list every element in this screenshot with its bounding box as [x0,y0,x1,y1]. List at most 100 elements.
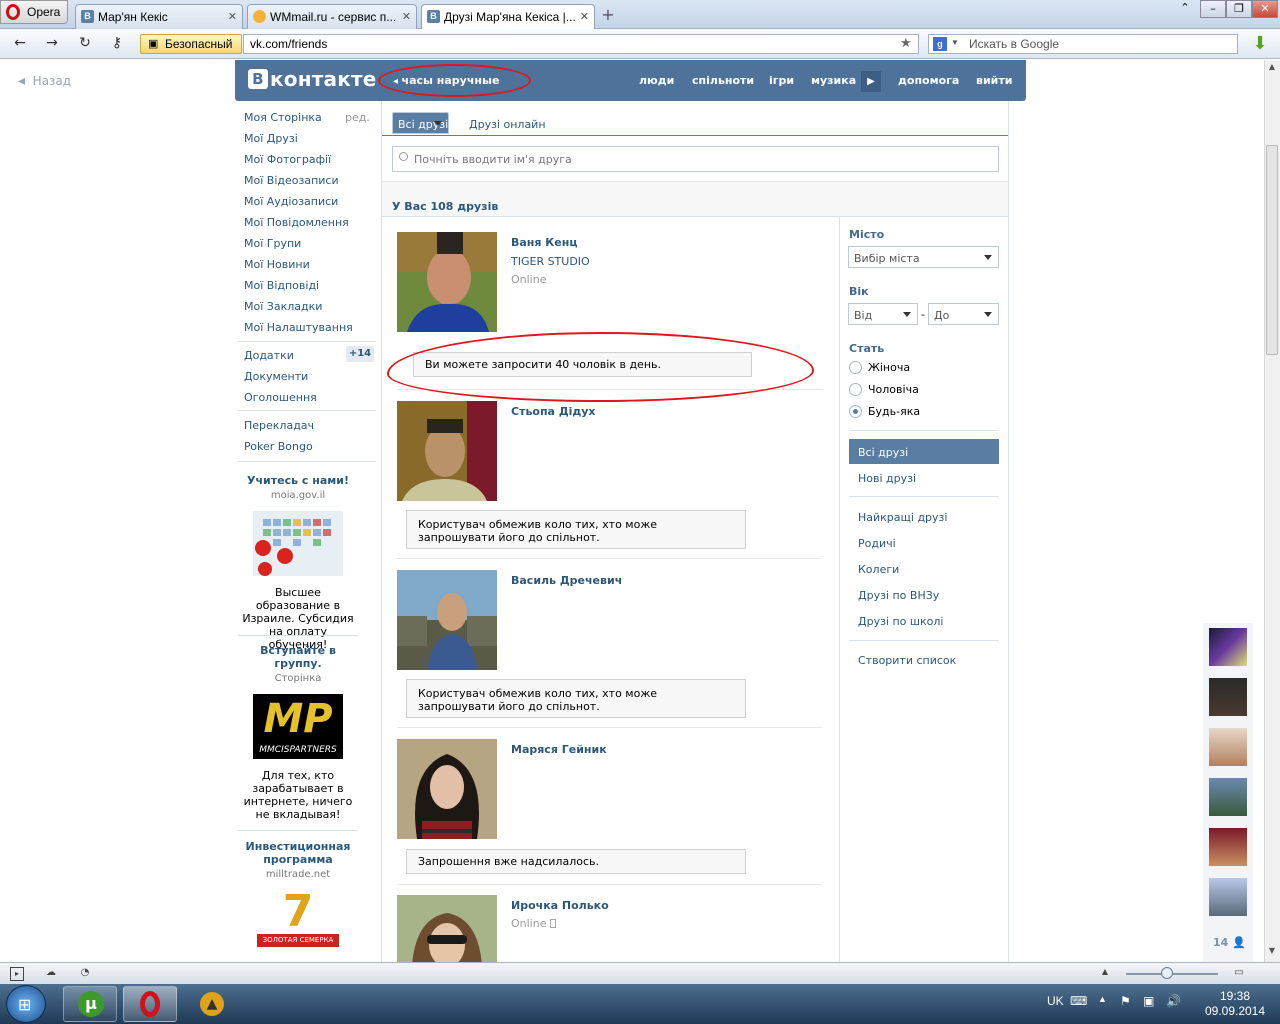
filter-nav-all-friends[interactable]: Всі друзі [849,439,999,464]
sex-radio-female[interactable] [849,361,862,374]
scroll-up-icon[interactable]: ▲ [1266,62,1278,74]
bookmark-star-icon[interactable]: ★ [900,36,912,51]
view-icon[interactable]: ▭ [1232,967,1246,981]
close-tab-icon[interactable]: ✕ [402,10,411,23]
left-menu-messages[interactable]: Мої Повідомлення [244,216,349,229]
cloud-icon[interactable]: ☁ [44,967,58,981]
left-menu-settings[interactable]: Мої Налаштування [244,321,353,334]
tray-arrow-icon[interactable]: ▲ [1098,994,1107,1004]
keyboard-icon[interactable]: ⌨ [1070,994,1087,1008]
browser-tab-active[interactable]: В Друзі Мар'яна Кекіса |... ✕ [421,4,595,30]
friend-avatar[interactable] [397,401,497,501]
start-button[interactable]: ⊞ [6,985,46,1023]
volume-icon[interactable]: 🔊 [1166,994,1181,1008]
create-list-link[interactable]: Створити список [849,647,999,672]
tab-all-friends[interactable]: Всі друзі [392,112,450,134]
new-tab-plus-icon[interactable]: + [598,5,618,25]
filter-nav-colleagues[interactable]: Колеги [849,556,999,581]
url-field[interactable]: vk.com/friends [243,34,919,54]
tab-online-friends[interactable]: Друзі онлайн [461,112,554,136]
online-friend-avatar[interactable] [1209,678,1247,716]
left-menu-news[interactable]: Мої Новини [244,258,310,271]
filter-nav-school[interactable]: Друзі по школі [849,608,999,633]
friend-name[interactable]: Стьопа Дідух [511,405,596,418]
search-field[interactable]: g ▼ Искать в Google [928,34,1238,54]
friend-sub[interactable]: TIGER STUDIO [511,255,590,268]
friend-name[interactable]: Маряся Гейник [511,743,607,756]
vk-logo[interactable]: Вконтакте [248,67,377,91]
minimize-icon[interactable]: – [1200,0,1226,18]
taskbar-opera[interactable] [123,986,177,1022]
ad-title[interactable]: Учитесь с нами! [238,474,358,487]
ad-title[interactable]: Инвестиционная программа [238,840,358,866]
left-menu-my-page[interactable]: Моя Сторінка [244,111,322,124]
nav-logout[interactable]: вийти [976,74,1012,87]
friend-name[interactable]: Василь Дречевич [511,574,622,587]
left-menu-replies[interactable]: Мої Відповіді [244,279,319,292]
scrollbar-thumb[interactable] [1266,145,1278,355]
nav-communities[interactable]: спільноти [692,74,754,87]
forward-arrow-icon[interactable]: → [42,35,62,53]
browser-tab[interactable]: В Мар'ян Кекіс ✕ [75,4,243,29]
back-link[interactable]: ◂ Назад [18,73,71,89]
left-menu-ads[interactable]: Оголошення [244,391,317,404]
restore-icon[interactable]: ❐ [1226,0,1252,18]
friend-avatar[interactable] [397,895,497,962]
online-friend-avatar[interactable] [1209,828,1247,866]
nav-games[interactable]: ігри [769,74,794,87]
nav-help[interactable]: допомога [898,74,959,87]
filter-nav-university[interactable]: Друзі по ВНЗу [849,582,999,607]
download-icon[interactable]: ⬇ [1249,33,1271,55]
key-icon[interactable]: ⚷ [107,35,127,53]
play-arrow-icon[interactable]: ▶ [861,71,881,92]
filter-nav-best-friends[interactable]: Найкращі друзі [849,504,999,529]
back-arrow-icon[interactable]: ← [10,35,30,53]
opera-menu-button[interactable]: Opera [0,0,68,24]
left-menu-bookmarks[interactable]: Мої Закладки [244,300,322,313]
taskbar-utorrent[interactable]: µ [63,986,117,1022]
close-window-icon[interactable]: ✕ [1252,0,1278,18]
tab-list-icon[interactable]: ⌃ [1173,0,1197,18]
ad-title[interactable]: Вступайте в группу. [238,644,358,670]
left-menu-apps[interactable]: Додатки [244,349,294,362]
left-menu-documents[interactable]: Документи [244,370,308,383]
age-from-select[interactable]: Від [848,303,918,325]
left-menu-translator[interactable]: Перекладач [244,419,314,432]
friend-search-input[interactable]: Почніть вводити ім'я друга [392,146,999,172]
reload-icon[interactable]: ↻ [75,35,95,53]
friend-avatar[interactable] [397,739,497,839]
close-tab-icon[interactable]: ✕ [580,10,589,23]
ad-image[interactable]: 7 ЗОЛОТАЯ СЕМЕРКА [253,886,343,955]
left-menu-poker-bongo[interactable]: Poker Bongo [244,440,313,453]
sex-radio-any[interactable] [849,405,862,418]
left-menu-audio[interactable]: Мої Аудіозаписи [244,195,338,208]
filter-nav-relatives[interactable]: Родичі [849,530,999,555]
close-tab-icon[interactable]: ✕ [228,10,237,23]
panel-toggle-icon[interactable]: ▸ [10,967,24,981]
online-friend-avatar[interactable] [1209,728,1247,766]
clock[interactable]: 19:38 09.09.2014 [1200,989,1270,1019]
nav-people[interactable]: люди [639,74,674,87]
secure-connection-badge[interactable]: ▣ Безопасный [140,34,242,54]
left-menu-friends[interactable]: Мої Друзі [244,132,298,145]
left-menu-videos[interactable]: Мої Відеозаписи [244,174,339,187]
scroll-down-icon[interactable]: ▼ [1266,946,1278,958]
filter-nav-new-friends[interactable]: Нові друзі [849,465,999,490]
triangle-icon[interactable]: ▲ [1098,967,1112,981]
nav-music[interactable]: музика [811,74,856,87]
left-menu-groups[interactable]: Мої Групи [244,237,301,250]
zoom-slider-knob[interactable] [1161,967,1173,979]
edit-link[interactable]: ред. [345,111,370,124]
ad-image[interactable]: MP MMCISPARTNERS [253,694,343,759]
left-menu-photos[interactable]: Мої Фотографії [244,153,331,166]
browser-tab[interactable]: WMmail.ru - сервис п... ✕ [247,4,417,29]
ad-image[interactable] [253,511,343,576]
friend-avatar[interactable] [397,232,497,332]
online-friend-avatar[interactable] [1209,628,1247,666]
network-icon[interactable]: ▣ [1143,994,1154,1008]
sex-radio-male[interactable] [849,383,862,396]
online-friend-avatar[interactable] [1209,878,1247,916]
taskbar-aimp[interactable]: ▲ [183,986,237,1022]
speed-dial-icon[interactable]: ◔ [78,967,92,981]
city-select[interactable]: Вибір міста [848,246,999,268]
